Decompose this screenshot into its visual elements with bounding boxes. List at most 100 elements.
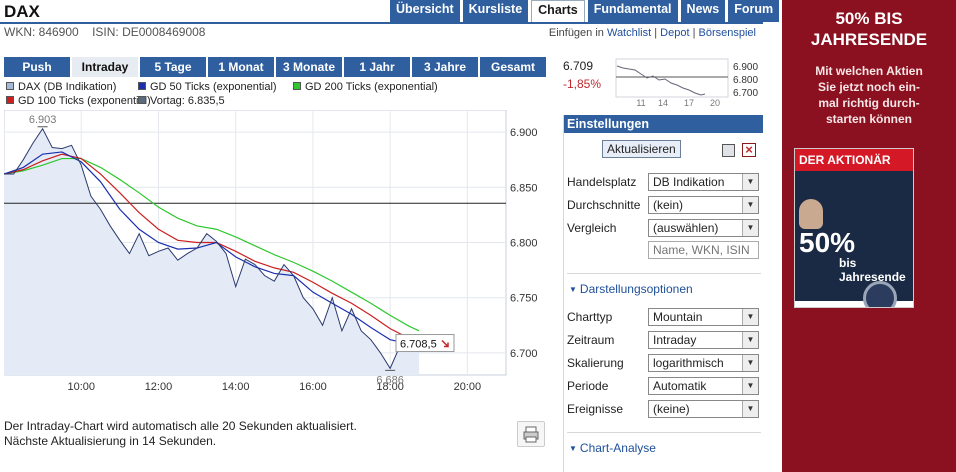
promo-headline: 50% BIS JAHRESENDE [810,9,928,49]
skalierung-select[interactable]: logarithmisch ▼ [648,354,759,372]
handelsplatz-select[interactable]: DB Indikation ▼ [648,173,759,191]
triangle-down-icon: ▼ [569,444,577,453]
quote-price: 6.709 [563,59,594,73]
range-3-monate[interactable]: 3 Monate [276,57,342,77]
tab-charts[interactable]: Charts [531,0,585,22]
ereignisse-select[interactable]: (keine) ▼ [648,400,759,418]
legend-item-gd50: GD 50 Ticks (exponential) [138,81,277,93]
vergleich-search-row [567,241,763,259]
periode-select[interactable]: Automatik ▼ [648,377,759,395]
zeitraum-select[interactable]: Intraday ▼ [648,331,759,349]
range-intraday[interactable]: Intraday [72,57,138,77]
insert-links: Einfügen in Watchlist | Depot | Börsensp… [548,27,756,39]
tab-kursliste[interactable]: Kursliste [462,0,529,22]
zeitraum-row: Zeitraum Intraday ▼ [567,331,763,349]
delete-icon[interactable]: × [742,143,756,157]
chart-analyse-toggle[interactable]: ▼ Chart-Analyse [569,441,656,455]
tab-news[interactable]: News [680,0,726,22]
y-tick-label: 6.850 [510,182,538,194]
legend-swatch [138,96,146,104]
refresh-note-line2: Nächste Aktualisierung in 14 Sekunden. [4,434,217,448]
chevron-down-icon: ▼ [742,220,758,236]
watch-image [863,281,897,307]
x-tick-label: 10:00 [67,381,95,393]
low-label: 6.686 [376,374,404,386]
refresh-note-line1: Der Intraday-Chart wird automatisch alle… [4,419,357,433]
chevron-down-icon: ▼ [742,401,758,417]
chevron-down-icon: ▼ [742,309,758,325]
legend-item-gd100: GD 100 Ticks (exponential) [6,95,151,107]
save-icon[interactable] [722,144,735,157]
settings-panel: Einstellungen Aktualisieren × Handelspla… [563,115,763,472]
durchschnitte-select[interactable]: (kein) ▼ [648,196,759,214]
darstellung-toggle[interactable]: ▼ Darstellungsoptionen [569,282,693,296]
mini-chart[interactable]: 6.900 6.800 6.700 11 14 17 20 [615,58,765,108]
charttyp-select[interactable]: Mountain ▼ [648,308,759,326]
periode-row: Periode Automatik ▼ [567,377,763,395]
legend-item-gd200: GD 200 Ticks (exponential) [293,81,438,93]
skalierung-row: Skalierung logarithmisch ▼ [567,354,763,372]
x-tick-label: 14:00 [222,381,250,393]
vergleich-select[interactable]: (auswählen) ▼ [648,219,759,237]
legend-item-dax: DAX (DB Indikation) [6,81,116,93]
mini-x-tick-label: 11 [636,98,645,108]
chevron-down-icon: ▼ [742,378,758,394]
x-tick-label: 16:00 [299,381,327,393]
triangle-down-icon: ▼ [569,285,577,294]
insert-label: Einfügen in [548,27,604,39]
zeitraum-label: Zeitraum [567,333,615,347]
vergleich-label: Vergleich [567,221,617,235]
range-1-jahr[interactable]: 1 Jahr [344,57,410,77]
charttyp-row: Charttyp Mountain ▼ [567,308,763,326]
periode-label: Periode [567,379,609,393]
print-button[interactable] [517,421,545,447]
isin-label: ISIN: DE0008469008 [92,25,206,39]
settings-title: Einstellungen [564,115,763,133]
mini-y-tick-label: 6.700 [733,88,758,99]
boersenspiel-link[interactable]: Börsenspiel [699,27,756,39]
mini-plot-area [615,58,729,98]
mini-chart-svg: 6.900 6.800 6.700 11 14 17 20 [615,58,758,108]
handelsplatz-row: Handelsplatz DB Indikation ▼ [567,173,763,191]
last-value-label: 6.708,5 [400,339,437,351]
depot-link[interactable]: Depot [660,27,689,39]
nav-underline [0,22,763,24]
y-tick-label: 6.750 [510,293,538,305]
mini-y-tick-label: 6.800 [733,75,758,86]
y-tick-label: 6.900 [510,127,538,139]
wkn-label: WKN: 846900 [4,25,79,39]
promo-subline: Mit welchen Aktien Sie jetzt noch ein- m… [815,64,923,126]
chevron-down-icon: ▼ [742,355,758,371]
range-5-tage[interactable]: 5 Tage [140,57,206,77]
x-tick-label: 12:00 [145,381,173,393]
chart-svg: 10:00 12:00 14:00 16:00 18:00 20:006.9006.850… [4,110,538,393]
ereignisse-row: Ereignisse (keine) ▼ [567,400,763,418]
vergleich-search-input[interactable] [648,241,759,259]
x-tick-label: 20:00 [454,381,482,393]
range-push[interactable]: Push [4,57,70,77]
tab-forum[interactable]: Forum [728,0,780,22]
watchlist-link[interactable]: Watchlist [607,27,651,39]
legend-swatch [293,82,301,90]
refresh-note: Der Intraday-Chart wird automatisch alle… [4,419,357,449]
range-1-monat[interactable]: 1 Monat [208,57,274,77]
divider [567,432,761,433]
mini-y-tick-label: 6.900 [733,62,758,73]
ereignisse-label: Ereignisse [567,402,624,416]
range-tabs: Push Intraday 5 Tage 1 Monat 3 Monate 1 … [4,57,546,77]
tab-fundamental[interactable]: Fundamental [587,0,678,22]
security-ids: WKN: 846900 ISIN: DE0008469008 [4,25,215,39]
divider [567,273,761,274]
intraday-chart[interactable]: 10:00 12:00 14:00 16:00 18:00 20:00 6.900 6.850… [4,110,546,396]
legend-swatch [138,82,146,90]
tab-uebersicht[interactable]: Übersicht [390,0,460,22]
printer-icon [523,426,539,443]
magazine-cover-art: 50% bis Jahresende [795,171,913,307]
promo-banner[interactable]: 50% BIS JAHRESENDE Mit welchen Aktien Si… [782,0,956,472]
range-3-jahre[interactable]: 3 Jahre [412,57,478,77]
y-tick-label: 6.800 [510,238,538,250]
range-gesamt[interactable]: Gesamt [480,57,546,77]
update-button[interactable]: Aktualisieren [602,140,681,158]
portrait-image [799,199,823,229]
skalierung-label: Skalierung [567,356,624,370]
